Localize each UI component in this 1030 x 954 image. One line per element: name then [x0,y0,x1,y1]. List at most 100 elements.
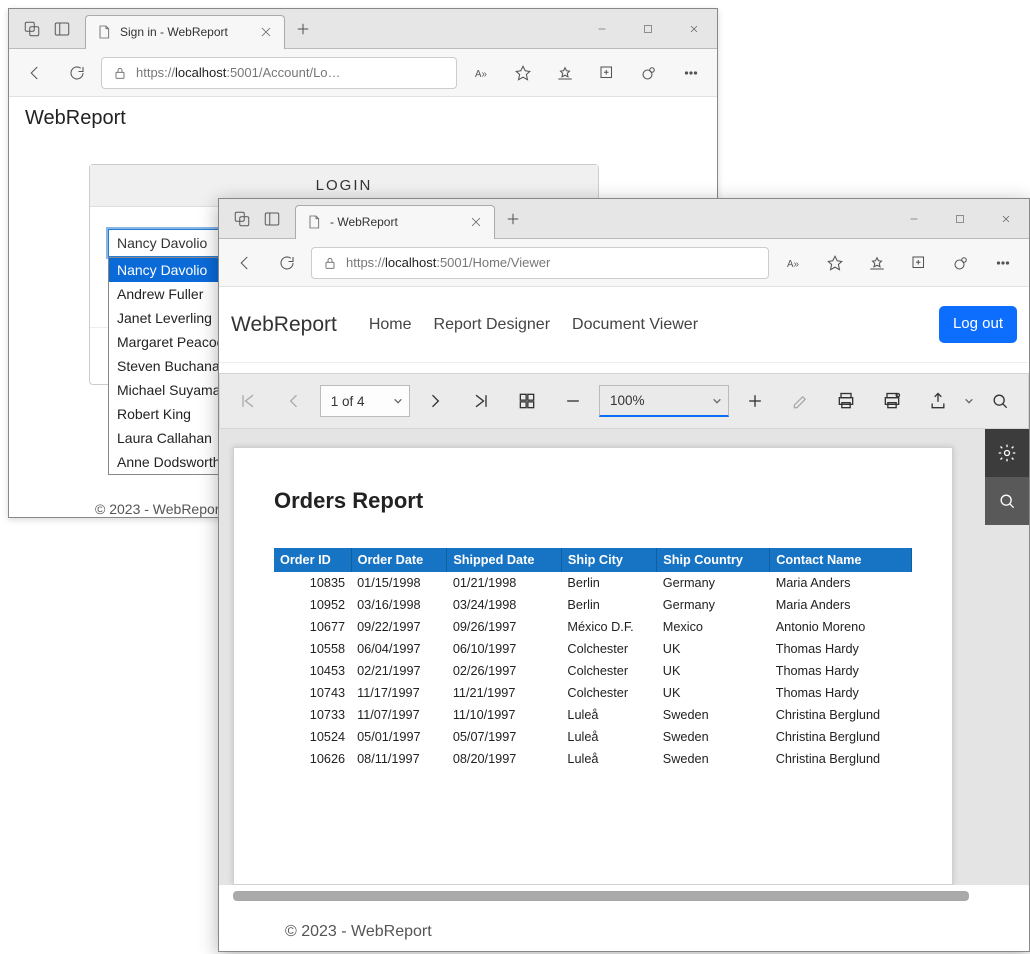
table-cell: 09/22/1997 [351,616,447,638]
export-chevron-icon[interactable] [964,396,974,406]
table-cell: 10626 [274,748,351,770]
table-cell: Maria Anders [770,572,912,594]
table-cell: Christina Berglund [770,726,912,748]
favorite-icon[interactable] [505,55,541,91]
table-cell: 11/17/1997 [351,682,447,704]
favorite-icon-2[interactable] [817,245,853,281]
back-button-1[interactable] [17,55,53,91]
logout-button[interactable]: Log out [939,306,1017,343]
table-cell: Thomas Hardy [770,682,912,704]
page-selector[interactable]: 1 of 4 [320,385,410,417]
refresh-button-1[interactable] [59,55,95,91]
table-cell: Germany [657,572,770,594]
table-cell: 11/07/1997 [351,704,447,726]
sidebar-icon-2[interactable] [263,210,281,228]
table-cell: México D.F. [561,616,656,638]
minimize-button-2[interactable] [891,200,937,238]
sidebar-icon[interactable] [53,20,71,38]
browser-tab-1[interactable]: Sign in - WebReport [85,15,285,49]
workspaces-icon-2[interactable] [233,210,251,228]
employee-select-value: Nancy Davolio [117,235,207,251]
maximize-button-2[interactable] [937,200,983,238]
new-tab-button[interactable] [285,11,321,47]
maximize-button-1[interactable] [625,10,671,48]
zoom-in-button[interactable] [735,381,775,421]
nav-viewer[interactable]: Document Viewer [572,316,698,334]
nav-designer[interactable]: Report Designer [434,316,551,334]
search-button[interactable] [980,381,1020,421]
close-window-button-1[interactable] [671,10,717,48]
more-icon-2[interactable] [985,245,1021,281]
table-row: 1062608/11/199708/20/1997LuleåSwedenChri… [274,748,912,770]
favorites-bar-icon-2[interactable] [859,245,895,281]
table-cell: Sweden [657,704,770,726]
back-button-2[interactable] [227,245,263,281]
table-cell: 06/04/1997 [351,638,447,660]
close-tab-icon-2[interactable] [468,214,484,230]
table-cell: 01/15/1998 [351,572,447,594]
table-cell: 10453 [274,660,351,682]
table-cell: 10835 [274,572,351,594]
collections-icon[interactable] [589,55,625,91]
document-viewer: 1 of 4 100% Orders Report Order IDOrder … [219,363,1029,951]
collections-icon-2[interactable] [901,245,937,281]
page-icon [96,24,112,40]
read-aloud-icon-2[interactable]: A» [775,245,811,281]
table-cell: Germany [657,594,770,616]
url-input-1[interactable]: https://localhost:5001/Account/Lo… [101,57,457,89]
table-cell: UK [657,638,770,660]
table-cell: Thomas Hardy [770,660,912,682]
table-cell: 01/21/1998 [447,572,562,594]
column-header: Contact Name [770,548,912,572]
zoom-selector[interactable]: 100% [599,385,729,417]
favorites-bar-icon[interactable] [547,55,583,91]
edit-fields-button[interactable] [781,381,821,421]
workspaces-icon[interactable] [23,20,41,38]
more-icon-1[interactable] [673,55,709,91]
parameters-panel-button[interactable] [985,429,1029,477]
table-cell: Antonio Moreno [770,616,912,638]
table-cell: 10733 [274,704,351,726]
tab-title-2: - WebReport [330,215,398,229]
tab-title-1: Sign in - WebReport [120,25,228,39]
column-header: Order Date [351,548,447,572]
print-page-button[interactable] [872,381,912,421]
table-cell: Colchester [561,682,656,704]
brand-1: WebReport [9,97,717,140]
last-page-button[interactable] [461,381,501,421]
export-button[interactable] [918,381,958,421]
table-cell: 08/11/1997 [351,748,447,770]
extensions-icon[interactable] [631,55,667,91]
table-cell: 03/16/1998 [351,594,447,616]
close-tab-icon[interactable] [258,24,274,40]
search-panel-button[interactable] [985,477,1029,525]
report-page: Orders Report Order IDOrder DateShipped … [233,447,953,885]
zoom-out-button[interactable] [553,381,593,421]
table-cell: Sweden [657,748,770,770]
multipage-button[interactable] [507,381,547,421]
refresh-button-2[interactable] [269,245,305,281]
extensions-icon-2[interactable] [943,245,979,281]
nav-home[interactable]: Home [369,316,412,334]
viewer-toolbar: 1 of 4 100% [219,373,1029,429]
read-aloud-icon[interactable]: A» [463,55,499,91]
print-button[interactable] [826,381,866,421]
table-row: 1045302/21/199702/26/1997ColchesterUKTho… [274,660,912,682]
next-page-button[interactable] [416,381,456,421]
browser-tab-2[interactable]: - WebReport [295,205,495,239]
first-page-button[interactable] [228,381,268,421]
table-row: 1095203/16/199803/24/1998BerlinGermanyMa… [274,594,912,616]
svg-text:A»: A» [475,68,488,79]
new-tab-button-2[interactable] [495,201,531,237]
horizontal-scrollbar[interactable] [233,891,969,901]
zoom-value: 100% [610,393,645,408]
table-cell: Luleå [561,748,656,770]
table-cell: Christina Berglund [770,748,912,770]
table-row: 1052405/01/199705/07/1997LuleåSwedenChri… [274,726,912,748]
close-window-button-2[interactable] [983,200,1029,238]
url-input-2[interactable]: https://localhost:5001/Home/Viewer [311,247,769,279]
table-cell: UK [657,660,770,682]
table-cell: 05/07/1997 [447,726,562,748]
prev-page-button[interactable] [274,381,314,421]
minimize-button-1[interactable] [579,10,625,48]
